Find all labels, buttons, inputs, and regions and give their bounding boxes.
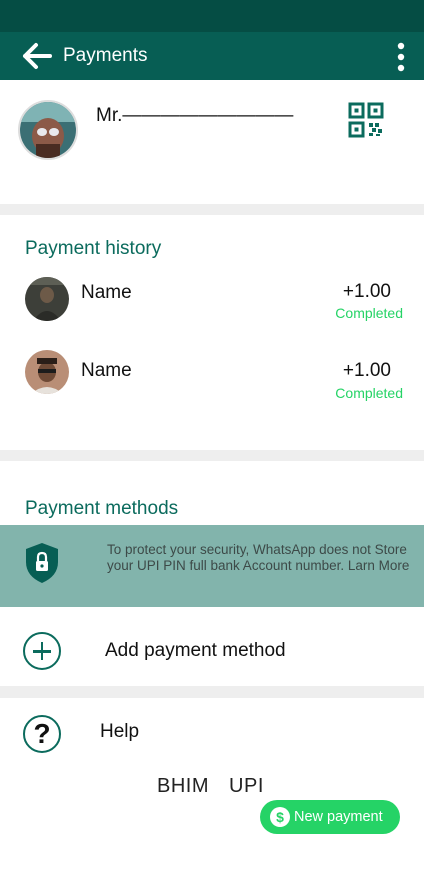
help-button[interactable]: ? Help <box>0 697 424 767</box>
payment-methods-title: Payment methods <box>25 498 179 519</box>
history-status: Completed <box>335 305 403 321</box>
add-payment-method-label: Add payment method <box>105 640 286 661</box>
payment-history-title: Payment history <box>25 238 162 259</box>
dollar-icon: $ <box>270 807 290 827</box>
back-arrow-icon[interactable] <box>22 42 52 70</box>
profile-section: Mr.————————— <box>0 80 424 204</box>
security-notice-banner: To protect your security, WhatsApp does … <box>0 525 424 607</box>
help-label: Help <box>100 721 140 742</box>
shield-lock-icon <box>26 543 58 583</box>
qr-code-icon[interactable] <box>348 102 384 138</box>
add-payment-method-button[interactable]: Add payment method <box>0 607 424 687</box>
new-payment-label: New payment <box>294 809 383 825</box>
history-name: Name <box>81 282 132 303</box>
page-title: Payments <box>63 45 148 66</box>
history-amount: +1.00 <box>342 281 391 302</box>
section-divider <box>0 450 424 461</box>
new-payment-button[interactable]: $ New payment <box>260 800 400 834</box>
help-circle-icon: ? <box>23 715 61 753</box>
bhim-upi-logo: BHIM UPI <box>157 775 264 797</box>
history-name: Name <box>81 360 132 381</box>
status-bar <box>0 0 424 32</box>
history-status: Completed <box>335 385 403 401</box>
avatar <box>25 277 69 321</box>
plus-circle-icon <box>23 632 61 670</box>
more-vert-icon[interactable] <box>392 42 410 72</box>
avatar <box>25 350 69 394</box>
app-bar: Payments <box>0 32 424 80</box>
profile-avatar[interactable] <box>18 100 78 160</box>
section-divider <box>0 204 424 215</box>
profile-name: Mr.————————— <box>96 105 294 126</box>
history-amount: +1.00 <box>342 360 391 381</box>
security-notice-text: To protect your security, WhatsApp does … <box>107 542 410 573</box>
